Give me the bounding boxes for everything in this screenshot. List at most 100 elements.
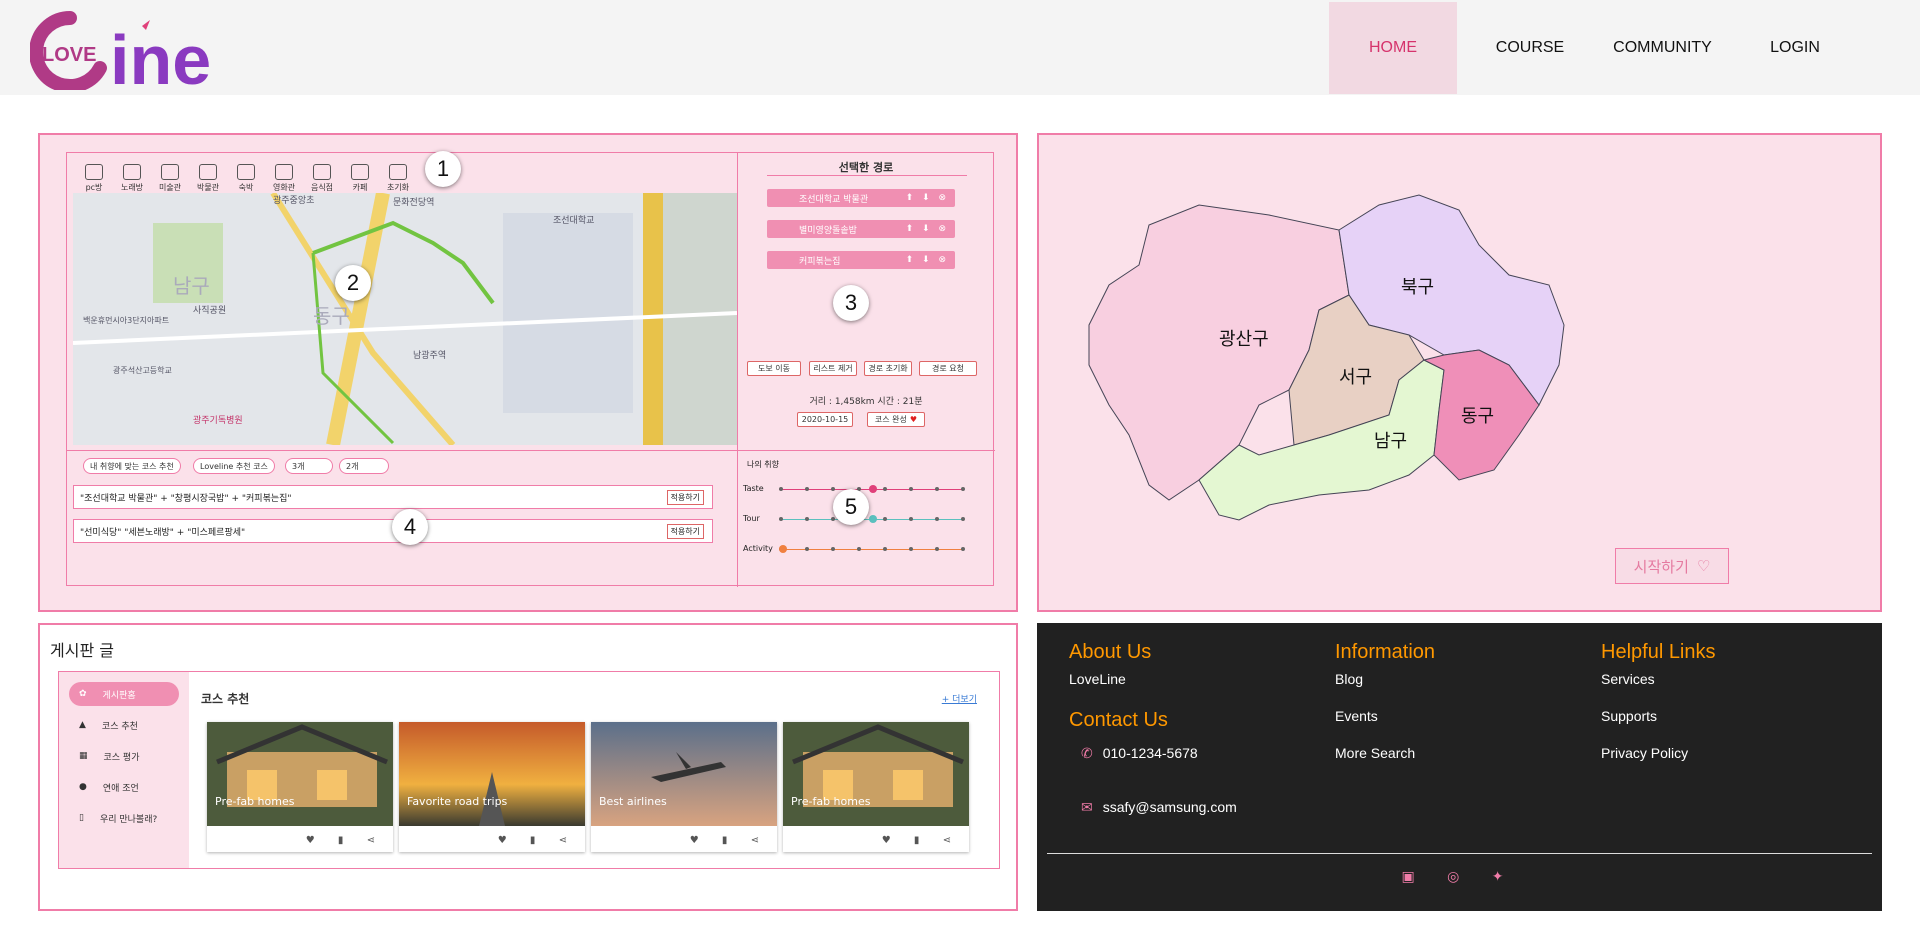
taste-slider[interactable]	[779, 515, 965, 523]
complete-course-button[interactable]: 코스 완성 ♥	[867, 412, 925, 427]
card-actions[interactable]: ♥ ▮ ⋖	[690, 835, 769, 846]
preview-divider-horizontal	[67, 450, 995, 451]
nav-community[interactable]: COMMUNITY	[1595, 2, 1730, 94]
start-button-label: 시작하기	[1633, 557, 1689, 576]
category-icon	[123, 164, 141, 180]
label-dong: 동구	[1461, 406, 1494, 427]
footer-link-blog[interactable]: Blog	[1335, 671, 1363, 687]
count-2-pill[interactable]: 2개	[339, 458, 389, 474]
toolbar-category[interactable]: 음식점	[305, 164, 339, 193]
post-card[interactable]: Pre-fab homes ♥ ▮ ⋖	[207, 722, 393, 852]
slider-tick	[831, 547, 835, 551]
taste-slider[interactable]	[779, 545, 965, 553]
category-label: 영화관	[272, 183, 296, 192]
recommended-course-text: "조선대학교 박물관" + "창평시장국밥" + "커피볶는집"	[80, 493, 292, 504]
route-map[interactable]: 조선대학교 문화전당역 광주중앙초 남광주역 사직공원 백운휴먼시아3단지아파트…	[73, 193, 737, 445]
board-side-course-rec[interactable]: ▲ 코스 추천	[69, 713, 179, 737]
loveline-course-pill[interactable]: Loveline 추천 코스	[193, 458, 275, 474]
footer-link-privacy[interactable]: Privacy Policy	[1601, 745, 1688, 761]
route-title-underline	[767, 175, 967, 176]
category-label: 카페	[352, 183, 368, 192]
slider-tick	[909, 517, 913, 521]
toolbar-category[interactable]: 카페	[343, 164, 377, 193]
course-builder-preview: pc방 노래방 미술관 박물관 숙박 영화관 음식점 카페 초기화 조선대학교 문화전당역 광주…	[38, 133, 1018, 612]
email-address: ssafy@samsung.com	[1102, 799, 1237, 815]
toolbar-category[interactable]: 박물관	[191, 164, 225, 193]
footer-divider	[1047, 853, 1872, 854]
map-label-namgu: 남구	[173, 274, 210, 298]
post-card[interactable]: Pre-fab homes ♥ ▮ ⋖	[783, 722, 969, 852]
footer-link-more-search[interactable]: More Search	[1335, 745, 1415, 761]
mail-icon: ✉	[1081, 799, 1093, 815]
social-icons[interactable]: ▣ ◎ ✦	[1037, 869, 1882, 885]
gwangju-district-map: 광산구 북구 서구 남구 동구	[1088, 194, 1565, 521]
slider-tick	[883, 517, 887, 521]
slider-tick	[831, 517, 835, 521]
count-3-pill[interactable]: 3개	[285, 458, 333, 474]
post-card[interactable]: Best airlines ♥ ▮ ⋖	[591, 722, 777, 852]
category-label: 음식점	[310, 183, 334, 192]
recommended-course[interactable]: "조선대학교 박물관" + "창평시장국밥" + "커피볶는집" 적용하기	[73, 485, 713, 509]
toolbar-category[interactable]: pc방	[77, 164, 111, 193]
course-date[interactable]: 2020-10-15	[797, 412, 853, 427]
board-side-home[interactable]: ✿ 게시판홈	[69, 682, 179, 706]
taste-slider[interactable]	[779, 485, 965, 493]
footer-link-events[interactable]: Events	[1335, 708, 1378, 724]
category-icon	[85, 164, 103, 180]
toolbar-category[interactable]: 초기화	[381, 164, 415, 193]
toolbar-category[interactable]: 숙박	[229, 164, 263, 193]
nav-login[interactable]: LOGIN	[1730, 2, 1860, 94]
slider-tick	[935, 547, 939, 551]
board-side-advice[interactable]: ● 연애 조언	[69, 775, 179, 799]
route-controls[interactable]: ⬆ ⬇ ⊗	[906, 224, 949, 234]
nav-home[interactable]: HOME	[1329, 2, 1457, 94]
route-item[interactable]: 조선대학교 박물관 ⬆ ⬇ ⊗	[767, 189, 955, 207]
board-preview: ✿ 게시판홈 ▲ 코스 추천 ▦ 코스 평가 ● 연애 조언 ▯ 우리 만나볼래? 코스 …	[58, 671, 1000, 869]
footer-email[interactable]: ✉ ssafy@samsung.com	[1081, 799, 1237, 816]
map-label-chosun: 조선대학교	[553, 215, 594, 226]
taste-slider-label: Taste	[743, 484, 764, 493]
toolbar-category[interactable]: 노래방	[115, 164, 149, 193]
slider-knob[interactable]	[869, 485, 877, 493]
walk-button[interactable]: 도보 이동	[747, 361, 801, 376]
map-label-park: 사직공원	[193, 305, 226, 316]
taste-slider-label: Activity	[743, 544, 773, 553]
slider-knob[interactable]	[779, 545, 787, 553]
footer-link-supports[interactable]: Supports	[1601, 708, 1657, 724]
loveline-logo[interactable]: LOVE ine	[30, 6, 240, 90]
board-side-meet[interactable]: ▯ 우리 만나볼래?	[69, 806, 179, 830]
more-link[interactable]: + 더보기	[942, 692, 977, 705]
board-side-course-review[interactable]: ▦ 코스 평가	[69, 744, 179, 768]
svg-text:ine: ine	[110, 21, 211, 90]
start-button[interactable]: 시작하기 ♡	[1615, 548, 1729, 584]
category-label: 박물관	[196, 183, 220, 192]
slider-knob[interactable]	[869, 515, 877, 523]
card-actions[interactable]: ♥ ▮ ⋖	[882, 835, 961, 846]
footer-phone[interactable]: ✆ 010-1234-5678	[1081, 745, 1198, 762]
route-item[interactable]: 커피볶는집 ⬆ ⬇ ⊗	[767, 251, 955, 269]
slider-tick	[909, 547, 913, 551]
card-image: Pre-fab homes	[207, 722, 393, 826]
remove-list-button[interactable]: 리스트 제거	[809, 361, 857, 376]
apply-button[interactable]: 적용하기	[666, 489, 704, 505]
slider-tick	[831, 487, 835, 491]
request-route-button[interactable]: 경로 요청	[919, 361, 977, 376]
board-side-label: 코스 추천	[101, 721, 138, 732]
card-actions[interactable]: ♥ ▮ ⋖	[498, 835, 577, 846]
card-actions[interactable]: ♥ ▮ ⋖	[306, 835, 385, 846]
route-controls[interactable]: ⬆ ⬇ ⊗	[906, 193, 949, 203]
selected-route-title: 선택한 경로	[838, 161, 894, 174]
footer-about-heading: About Us	[1069, 641, 1152, 663]
route-item[interactable]: 별미영양돌솥밥 ⬆ ⬇ ⊗	[767, 220, 955, 238]
toolbar-category[interactable]: 영화관	[267, 164, 301, 193]
footer-link-services[interactable]: Services	[1601, 671, 1655, 687]
footer: About Us LoveLine Contact Us ✆ 010-1234-5…	[1037, 623, 1882, 911]
post-card[interactable]: Favorite road trips ♥ ▮ ⋖	[399, 722, 585, 852]
my-taste-course-pill[interactable]: 내 취향에 맞는 코스 추천	[83, 458, 181, 474]
home-icon: ✿	[79, 689, 87, 699]
reset-route-button[interactable]: 경로 초기화	[864, 361, 912, 376]
route-controls[interactable]: ⬆ ⬇ ⊗	[906, 255, 949, 265]
nav-course[interactable]: COURSE	[1465, 2, 1595, 94]
toolbar-category[interactable]: 미술관	[153, 164, 187, 193]
apply-button[interactable]: 적용하기	[666, 523, 704, 539]
